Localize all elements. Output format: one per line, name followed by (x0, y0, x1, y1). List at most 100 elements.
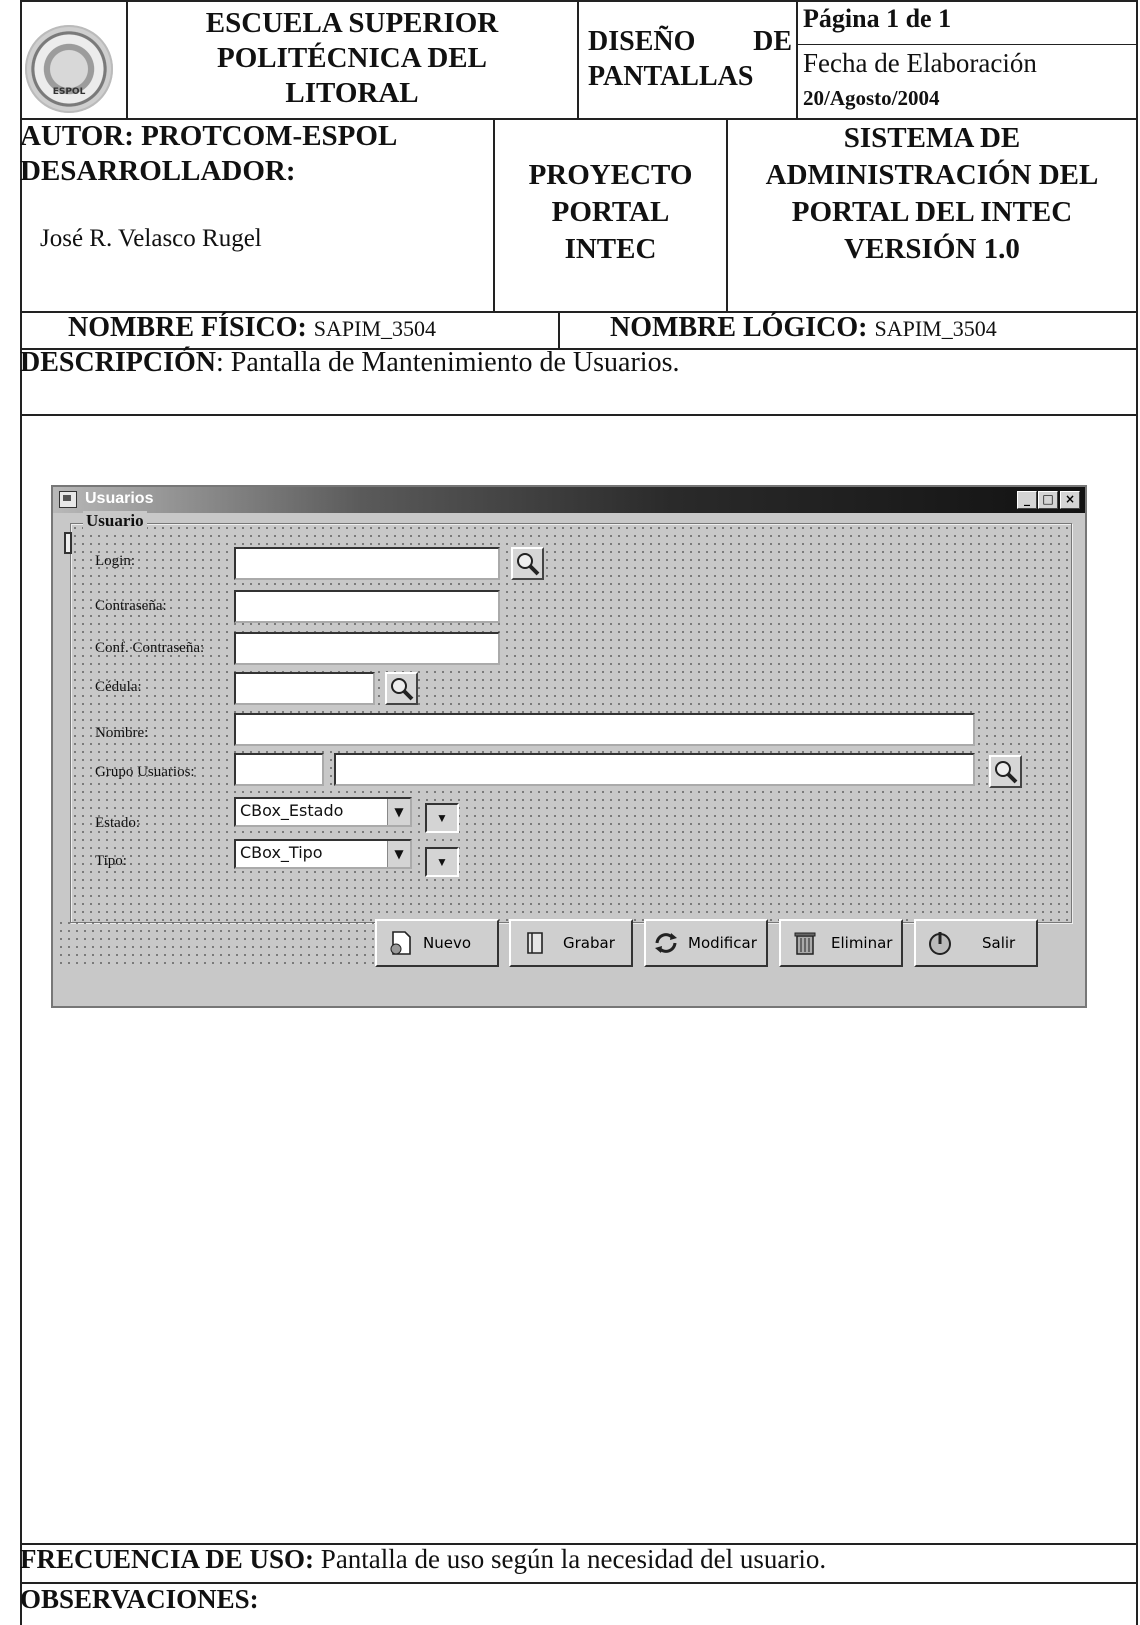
tipo-combo-value: CBox_Tipo (240, 843, 323, 862)
app-icon (59, 491, 77, 508)
estado-label: Estado: (95, 815, 140, 831)
header-divider-2 (577, 0, 579, 119)
grupo-usuarios-label: Grupo Usuarios: (95, 764, 195, 780)
tipo-label: Tipo: (95, 853, 127, 869)
cedula-input[interactable] (234, 672, 375, 705)
nombre-fisico-label: NOMBRE FÍSICO: (68, 312, 307, 343)
institution-line-3: LITORAL (285, 77, 419, 109)
nombre-fisico: NOMBRE FÍSICO: SAPIM_3504 (68, 312, 436, 344)
descripcion-bottom-line (20, 414, 1138, 416)
minimize-button[interactable]: _ (1017, 491, 1037, 509)
nuevo-label: Nuevo (423, 934, 472, 952)
contrasena-label: Contraseña: (95, 598, 167, 614)
proyecto-line-2: PORTAL (551, 196, 670, 228)
document-page: ESPOL ESCUELA SUPERIOR POLITÉCNICA DEL L… (20, 0, 1138, 1625)
institution-name: ESCUELA SUPERIOR POLITÉCNICA DEL LITORAL (128, 6, 576, 111)
login-label: Login: (95, 553, 135, 569)
observaciones-label: OBSERVACIONES: (20, 1584, 259, 1614)
tipo-dropdown-button[interactable]: ▼ (425, 847, 459, 877)
chevron-down-icon[interactable]: ▼ (387, 799, 410, 825)
chevron-down-icon: ▼ (436, 811, 448, 825)
cedula-label: Cédula: (95, 679, 142, 695)
desarrollador-label: DESARROLLADOR: (20, 155, 296, 187)
descripcion-label: DESCRIPCIÓN (20, 347, 217, 378)
refresh-arrows-icon (655, 933, 677, 953)
salir-label: Salir (982, 934, 1016, 952)
estado-dropdown-button[interactable]: ▼ (425, 803, 459, 833)
modificar-label: Modificar (688, 934, 757, 952)
tipo-combobox[interactable]: CBox_Tipo ▼ (234, 839, 412, 869)
sistema-line-4: VERSIÓN 1.0 (844, 233, 1020, 265)
nombre-logico: NOMBRE LÓGICO: SAPIM_3504 (610, 312, 997, 344)
sistema-title: SISTEMA DE ADMINISTRACIÓN DEL PORTAL DEL… (728, 120, 1136, 268)
estado-combobox[interactable]: CBox_Estado ▼ (234, 797, 412, 827)
groupbox-title: Usuario (83, 511, 147, 531)
grabar-button[interactable]: Grabar (509, 919, 633, 967)
clipped-widget (64, 532, 72, 554)
institution-line-2: POLITÉCNICA DEL (217, 42, 487, 74)
sistema-line-2: ADMINISTRACIÓN DEL (765, 159, 1099, 191)
grabar-label: Grabar (563, 934, 615, 952)
fecha-value: 20/Agosto/2004 (803, 86, 940, 110)
grupo-search-button[interactable] (989, 755, 1022, 788)
proyecto-line-3: INTEC (564, 233, 657, 265)
nombre-logico-value: SAPIM_3504 (874, 316, 997, 341)
modificar-button[interactable]: Modificar (644, 919, 768, 967)
doc-type-line-1: DISEÑO DE (588, 26, 792, 57)
sistema-line-3: PORTAL DEL INTEC (791, 196, 1073, 228)
magnifier-icon (391, 678, 414, 701)
nombre-input[interactable] (234, 713, 975, 746)
close-button[interactable]: × (1060, 491, 1080, 509)
login-search-button[interactable] (511, 547, 544, 580)
window-titlebar: Usuarios _ □ × (53, 487, 1085, 513)
frame-right-line (1136, 0, 1138, 1625)
frame-left-line (20, 0, 22, 1625)
institution-line-1: ESCUELA SUPERIOR (205, 7, 499, 39)
eliminar-label: Eliminar (831, 934, 893, 952)
header-divider-3 (796, 0, 798, 119)
nuevo-button[interactable]: Nuevo (375, 919, 499, 967)
frecuencia-text: Pantalla de uso según la necesidad del u… (314, 1544, 827, 1574)
descripcion: DESCRIPCIÓN: Pantalla de Mantenimiento d… (20, 347, 679, 379)
contrasena-input[interactable] (234, 590, 500, 623)
seal-text: ESPOL (52, 87, 86, 97)
espol-seal-logo: ESPOL (25, 25, 113, 113)
magnifier-icon (517, 553, 540, 576)
trash-can-icon (794, 932, 816, 955)
frame-top-line (20, 0, 1138, 2)
conf-contrasena-input[interactable] (234, 632, 500, 665)
page-number: Página 1 de 1 (803, 4, 952, 33)
desarrollador-name: José R. Velasco Rugel (40, 225, 262, 252)
grupo-descripcion-input[interactable] (334, 753, 975, 786)
login-input[interactable] (234, 547, 500, 580)
grupo-codigo-input[interactable] (234, 753, 324, 786)
cedula-search-button[interactable] (385, 672, 418, 705)
frecuencia-label: FRECUENCIA DE USO: (20, 1544, 315, 1574)
nombre-fisico-value: SAPIM_3504 (313, 316, 437, 341)
sistema-line-1: SISTEMA DE (843, 122, 1021, 154)
fecha-label: Fecha de Elaboración (803, 48, 1037, 78)
chevron-down-icon[interactable]: ▼ (387, 841, 410, 867)
proyecto-line-1: PROYECTO (528, 159, 693, 191)
maximize-button[interactable]: □ (1038, 491, 1058, 509)
new-document-icon (390, 931, 411, 955)
doc-type-line-2: PANTALLAS (588, 61, 754, 92)
autor-label: AUTOR: PROTCOM-ESPOL (20, 120, 398, 152)
chevron-down-icon: ▼ (436, 855, 448, 869)
nombre-label: Nombre: (95, 725, 149, 741)
estado-combo-value: CBox_Estado (240, 801, 344, 820)
save-book-icon (527, 932, 543, 954)
header-page-divider (796, 44, 1138, 45)
nombre-logico-label: NOMBRE LÓGICO: (610, 312, 868, 343)
eliminar-button[interactable]: Eliminar (779, 919, 903, 967)
nombre-divider (558, 311, 560, 349)
button-bar-grid (57, 919, 377, 967)
proyecto-title: PROYECTO PORTAL INTEC (495, 157, 726, 268)
magnifier-icon (995, 761, 1018, 784)
descripcion-text: : Pantalla de Mantenimiento de Usuarios. (216, 347, 680, 378)
frecuencia: FRECUENCIA DE USO: Pantalla de uso según… (20, 1544, 826, 1575)
conf-contrasena-label: Conf. Contraseña: (95, 640, 205, 656)
salir-button[interactable]: Salir (914, 919, 1038, 967)
doc-type-title: DISEÑO DE PANTALLAS (588, 24, 792, 94)
window-title: Usuarios (85, 490, 154, 507)
